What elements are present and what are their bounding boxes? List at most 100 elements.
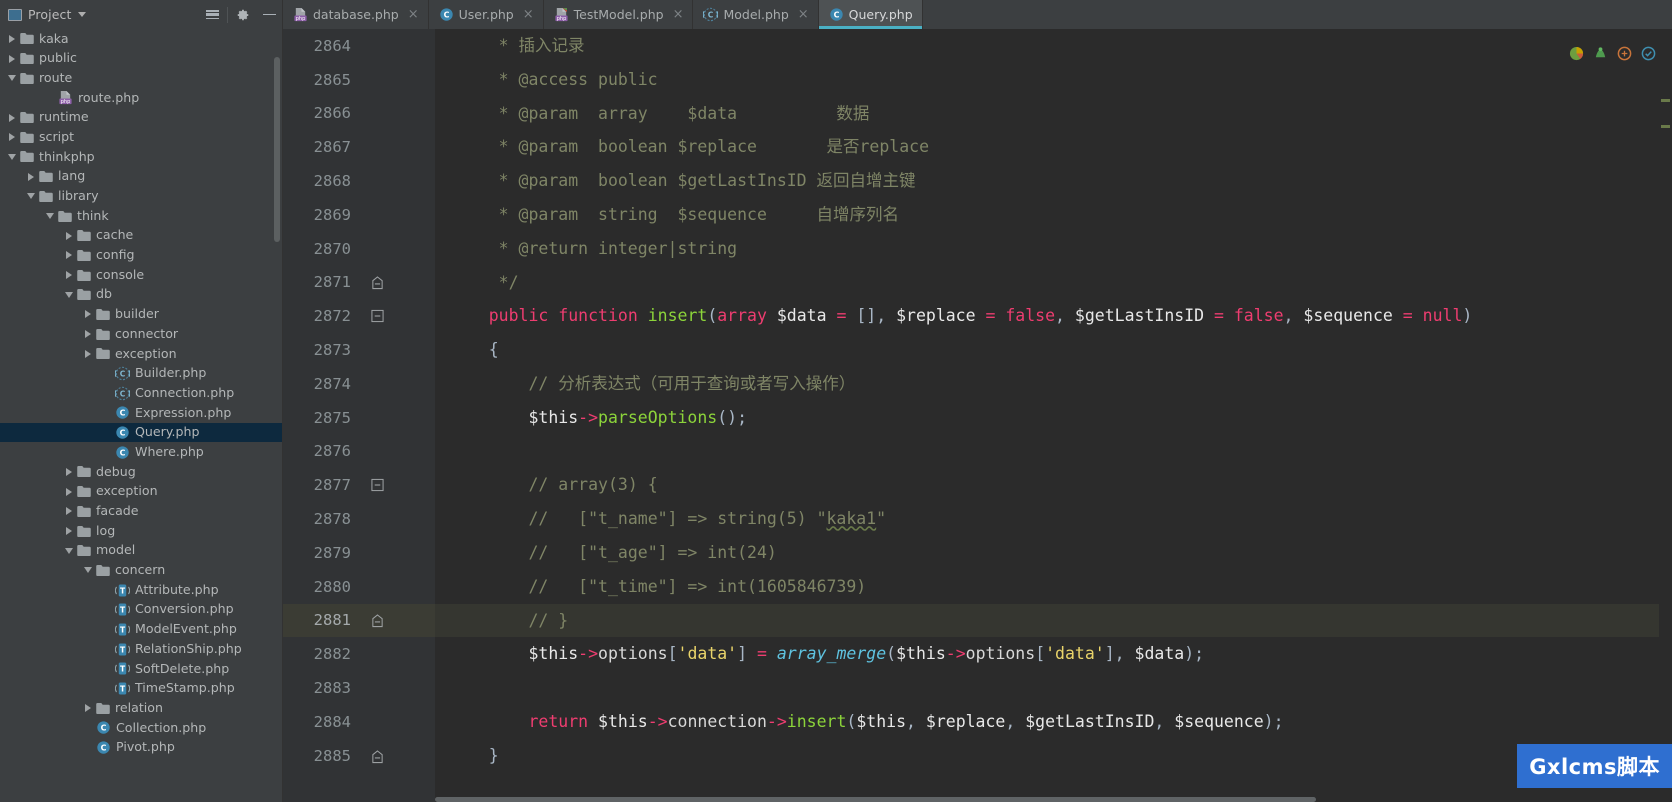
gutter-line-2867[interactable]: 2867 [283,130,435,164]
collapse-arrow-icon[interactable] [4,75,20,82]
close-icon[interactable]: × [798,8,809,21]
gutter-line-2874[interactable]: 2874 [283,367,435,401]
fold-area[interactable] [357,604,401,638]
fold-collapse-icon[interactable] [371,479,384,492]
fold-area[interactable] [357,570,401,604]
code-line-2872[interactable]: public function insert(array $data = [],… [435,299,1672,333]
tree-item-builder[interactable]: builder [0,305,282,325]
collapse-all-button[interactable] [199,2,225,28]
scrollbar-marker[interactable] [1661,99,1670,102]
inspection-pie-icon[interactable] [1569,46,1584,61]
tree-item-log[interactable]: log [0,521,282,541]
gutter-line-2877[interactable]: 2877 [283,468,435,502]
gutter-line-2868[interactable]: 2868 [283,164,435,198]
tree-item-public[interactable]: public [0,49,282,69]
fold-area[interactable] [357,502,401,536]
expand-arrow-icon[interactable] [61,251,77,260]
tree-item-builder-php[interactable]: C Builder.php [0,364,282,384]
hide-panel-button[interactable] [256,2,282,28]
collapse-arrow-icon[interactable] [23,193,39,200]
tree-item-console[interactable]: console [0,265,282,285]
fold-area[interactable] [357,468,401,502]
gutter-line-2879[interactable]: 2879 [283,536,435,570]
gutter-line-2871[interactable]: 2871 [283,266,435,300]
editor-tab-user-php[interactable]: C User.php × [428,0,544,29]
horizontal-scrollbar[interactable] [435,797,1659,802]
fold-area[interactable] [357,164,401,198]
gutter-line-2883[interactable]: 2883 [283,671,435,705]
expand-arrow-icon[interactable] [80,330,96,339]
editor-tab-model-php[interactable]: C Model.php × [693,0,819,29]
fold-area[interactable] [357,705,401,739]
editor-tab-testmodel-php[interactable]: php TestModel.php × [543,0,694,29]
tree-item-db[interactable]: db [0,285,282,305]
gutter-line-2866[interactable]: 2866 [283,97,435,131]
fold-area[interactable] [357,739,401,773]
tree-item-config[interactable]: config [0,246,282,266]
tree-item-timestamp-php[interactable]: T TimeStamp.php [0,679,282,699]
tree-item-route[interactable]: route [0,68,282,88]
fold-area[interactable] [357,401,401,435]
tree-item-model[interactable]: model [0,541,282,561]
inspection-ok-icon[interactable] [1641,46,1656,61]
code-line-2885[interactable]: } [435,739,1672,773]
gutter-line-2865[interactable]: 2865 [283,63,435,97]
fold-collapse-icon[interactable] [371,310,384,323]
gutter-line-2875[interactable]: 2875 [283,401,435,435]
code-editor[interactable]: 2864 2865 2866 2867 2868 2869 2870 2871 2872 2873… [283,29,1672,802]
fold-area[interactable] [357,63,401,97]
tree-item-expression-php[interactable]: C Expression.php [0,403,282,423]
expand-arrow-icon[interactable] [61,507,77,516]
code-line-2879[interactable]: // ["t_age"] => int(24) [435,536,1672,570]
tree-item-softdelete-php[interactable]: T SoftDelete.php [0,659,282,679]
gutter-line-2876[interactable]: 2876 [283,435,435,469]
tree-item-modelevent-php[interactable]: T ModelEvent.php [0,620,282,640]
code-line-2869[interactable]: * @param string $sequence 自增序列名 [435,198,1672,232]
fold-area[interactable] [357,130,401,164]
gutter-line-2878[interactable]: 2878 [283,502,435,536]
expand-arrow-icon[interactable] [4,54,20,63]
expand-arrow-icon[interactable] [61,487,77,496]
settings-button[interactable] [230,2,256,28]
code-line-2875[interactable]: $this->parseOptions(); [435,401,1672,435]
expand-arrow-icon[interactable] [80,349,96,358]
project-tree[interactable]: kaka public route php route.php runtime script… [0,29,283,802]
tree-item-exception[interactable]: exception [0,482,282,502]
collapse-arrow-icon[interactable] [4,153,20,160]
chevron-down-icon[interactable] [78,12,87,17]
fold-area[interactable] [357,367,401,401]
gutter-line-2880[interactable]: 2880 [283,570,435,604]
code-line-2878[interactable]: // ["t_name"] => string(5) "kaka1" [435,502,1672,536]
collapse-arrow-icon[interactable] [61,291,77,298]
code-line-2871[interactable]: */ [435,266,1672,300]
code-line-2866[interactable]: * @param array $data 数据 [435,97,1672,131]
tree-item-thinkphp[interactable]: thinkphp [0,147,282,167]
close-icon[interactable]: × [673,8,684,21]
fold-area[interactable] [357,299,401,333]
code-line-2876[interactable] [435,435,1672,469]
fold-area[interactable] [357,333,401,367]
fold-area[interactable] [357,97,401,131]
fold-area[interactable] [357,435,401,469]
gutter-line-2869[interactable]: 2869 [283,198,435,232]
tree-scrollbar[interactable] [274,57,280,242]
code-line-2874[interactable]: // 分析表达式（可用于查询或者写入操作） [435,367,1672,401]
code-line-2864[interactable]: * 插入记录 [435,29,1672,63]
close-icon[interactable]: × [523,8,534,21]
tree-item-library[interactable]: library [0,187,282,207]
tree-item-connection-php[interactable]: C Connection.php [0,383,282,403]
fold-area[interactable] [357,637,401,671]
gutter-line-2872[interactable]: 2872 [283,299,435,333]
code-line-2880[interactable]: // ["t_time"] => int(1605846739) [435,570,1672,604]
editor-scrollbar-rail[interactable] [1659,29,1672,802]
tree-item-route-php[interactable]: php route.php [0,88,282,108]
close-icon[interactable]: × [408,8,419,21]
gutter-line-2881[interactable]: 2881 [283,603,435,638]
fold-end-icon[interactable] [371,749,384,763]
scrollbar-marker[interactable] [1661,125,1670,128]
horizontal-scrollbar-thumb[interactable] [435,797,1317,802]
expand-arrow-icon[interactable] [4,34,20,43]
fold-end-icon[interactable] [371,614,384,628]
fold-end-icon[interactable] [371,276,384,290]
gutter-line-2885[interactable]: 2885 [283,739,435,773]
